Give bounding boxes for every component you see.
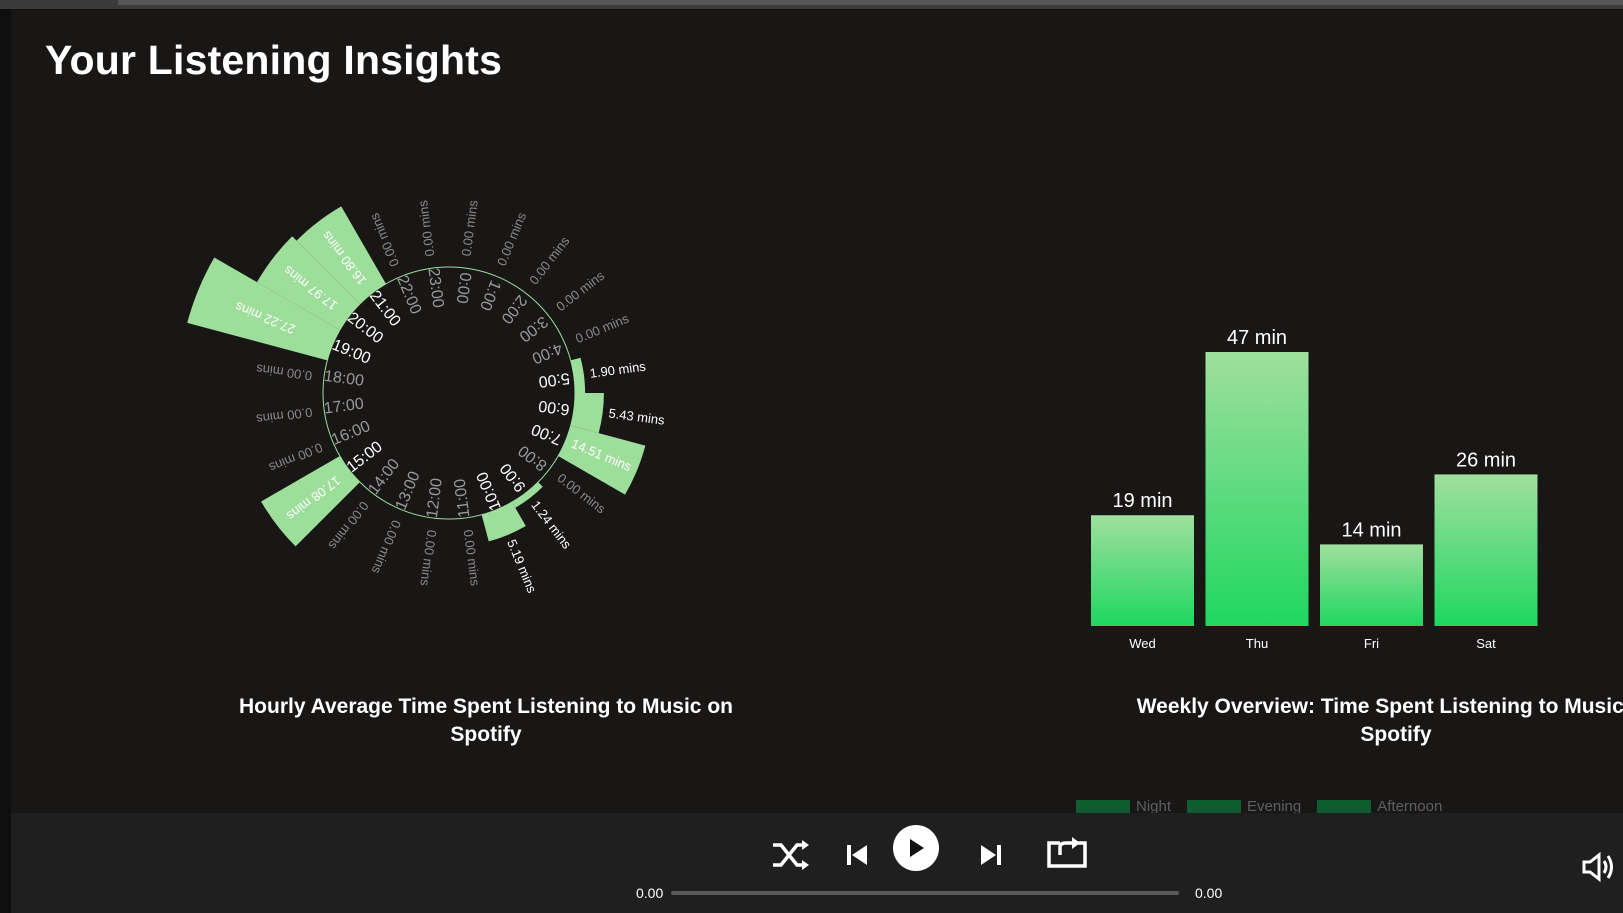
weekly-day-label: Wed (1129, 636, 1156, 651)
previous-button[interactable] (841, 837, 873, 873)
legend-swatch (1187, 799, 1242, 814)
radial-value-label-9: 1.24 mins (528, 498, 575, 552)
radial-value-label-1: 0.00 mins (494, 210, 530, 268)
hour-label-23: 23:00 (424, 267, 446, 309)
weekly-value-label: 19 min (1112, 490, 1172, 512)
hour-label-9: 9:00 (497, 460, 530, 495)
elapsed-time: 0.00 (636, 885, 664, 901)
weekly-value-label: 26 min (1456, 449, 1516, 471)
weekly-day-label: Thu (1246, 636, 1268, 651)
hourly-radial-chart: 0:000.00 mins1:000.00 mins2:000.00 mins3… (187, 199, 666, 595)
repeat-button[interactable] (1045, 833, 1089, 873)
hour-label-1: 1:00 (476, 278, 504, 313)
next-button[interactable] (975, 837, 1007, 873)
skip-previous-icon (847, 845, 867, 865)
volume-button[interactable] (1581, 849, 1617, 885)
weekly-bar-wed[interactable] (1091, 515, 1194, 626)
hour-label-7: 7:00 (529, 420, 564, 448)
radial-value-label-0: 0.00 mins (459, 199, 481, 257)
radial-value-label-13: 0.00 mins (368, 518, 404, 576)
hour-label-17: 17:00 (323, 396, 365, 418)
radial-value-label-4: 0.00 mins (573, 311, 631, 347)
weekly-chart-title: Weekly Overview: Time Spent Listening to… (1136, 695, 1623, 746)
radial-value-label-6: 5.43 mins (608, 406, 666, 428)
hour-label-0: 0:00 (453, 271, 474, 304)
play-icon (910, 839, 924, 857)
skip-next-icon (981, 845, 1001, 865)
radial-value-label-11: 0.00 mins (461, 529, 483, 587)
radial-axis-ring (322, 266, 576, 520)
hour-label-2: 2:00 (497, 292, 530, 327)
window-top-bar (0, 0, 1623, 9)
weekly-day-label: Fri (1364, 636, 1379, 651)
legend-swatch (1317, 799, 1372, 814)
radial-value-label-3: 0.00 mins (553, 268, 607, 315)
hour-label-6: 6:00 (537, 397, 570, 418)
radial-value-label-23: 0.00 mins (415, 199, 437, 257)
play-button[interactable] (893, 825, 939, 871)
hour-label-5: 5:00 (537, 369, 570, 390)
radial-value-label-12: 0.00 mins (417, 529, 439, 587)
weekly-day-label: Sat (1476, 636, 1496, 651)
weekly-bar-fri[interactable] (1320, 544, 1423, 626)
hour-label-8: 8:00 (515, 441, 550, 474)
volume-icon (1582, 851, 1613, 883)
total-time: 0.00 (1195, 885, 1223, 901)
hour-label-18: 18:00 (323, 368, 365, 390)
main-content: Your Listening Insights 0:00 0.00 mins 1:0… (11, 9, 1623, 813)
page-title: Your Listening Insights (45, 37, 503, 83)
radial-value-label-18: 0.00 mins (255, 361, 313, 383)
progress-bar[interactable] (671, 891, 1179, 895)
radial-value-label-17: 0.00 mins (255, 405, 313, 427)
hour-label-3: 3:00 (516, 312, 551, 345)
weekly-value-label: 47 min (1227, 327, 1287, 349)
hour-label-13: 13:00 (393, 469, 424, 513)
hour-label-11: 11:00 (452, 478, 474, 519)
playback-bar: 0.00 0.00 (11, 813, 1623, 913)
radial-value-label-10: 5.19 mins (504, 537, 540, 595)
hour-label-4: 4:00 (529, 339, 564, 367)
radial-value-label-2: 0.00 mins (526, 233, 573, 287)
hourly-chart-title: Hourly Average Time Spent Listening to M… (239, 695, 733, 746)
repeat-icon (1047, 837, 1087, 868)
weekly-bar-thu[interactable] (1205, 352, 1309, 626)
legend-swatch (1076, 799, 1130, 814)
weekly-bar-sat[interactable] (1434, 474, 1538, 626)
radial-value-label-5: 1.90 mins (589, 359, 647, 381)
shuffle-icon (773, 840, 809, 870)
tab-strip (118, 0, 1623, 5)
hour-label-12: 12:00 (424, 477, 446, 519)
shuffle-button[interactable] (769, 833, 813, 877)
weekly-bar-chart: 19 min Wed 47 min Thu 14 min Fri 26 min Sat (1091, 327, 1538, 651)
hour-label-19: 19:00 (329, 337, 373, 368)
weekly-value-label: 14 min (1341, 519, 1401, 541)
radial-bar-5[interactable] (570, 357, 586, 393)
